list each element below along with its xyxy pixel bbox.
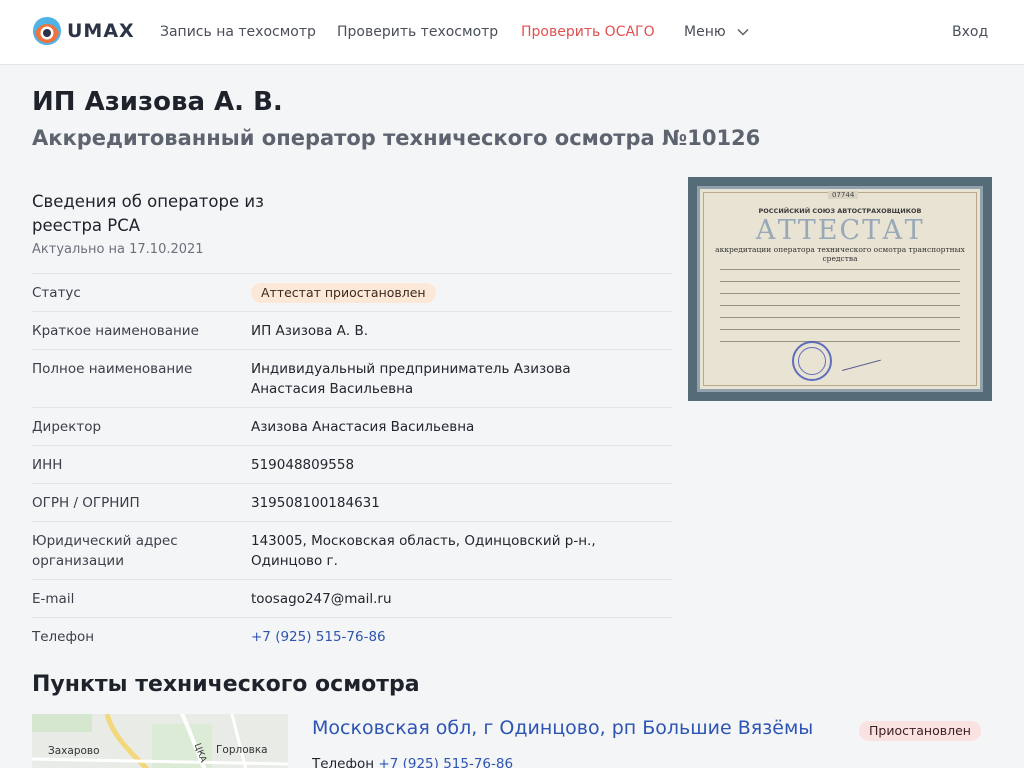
certificate-org: РОССИЙСКИЙ СОЮЗ АВТОСТРАХОВЩИКОВ <box>758 207 922 215</box>
row-label: Полное наименование <box>32 361 193 377</box>
row-address: Юридический адрес организации 143005, Мо… <box>32 521 672 579</box>
page-title: ИП Азизова А. В. <box>32 87 283 117</box>
map-roads <box>32 714 288 768</box>
row-label: E-mail <box>32 591 75 607</box>
point-phone-link[interactable]: +7 (925) 515-76-86 <box>378 756 513 768</box>
row-label: Статус <box>32 285 81 301</box>
login-link[interactable]: Вход <box>952 24 988 40</box>
nav-menu[interactable]: Меню <box>684 24 749 40</box>
row-value: 319508100184631 <box>251 495 380 511</box>
status-badge: Аттестат приостановлен <box>251 283 436 303</box>
certificate-image[interactable]: 07744 РОССИЙСКИЙ СОЮЗ АВТОСТРАХОВЩИКОВ А… <box>688 177 992 401</box>
point-address-link[interactable]: Московская обл, г Одинцово, рп Большие В… <box>312 717 813 739</box>
certificate-line <box>720 341 960 342</box>
point-phone: Телефон +7 (925) 515-76-86 <box>312 756 513 768</box>
certificate-line <box>720 293 960 294</box>
row-label: ИНН <box>32 457 63 473</box>
point-phone-label: Телефон <box>312 756 375 768</box>
nav-check-inspection[interactable]: Проверить техосмотр <box>337 24 498 40</box>
nav-booking[interactable]: Запись на техосмотр <box>160 24 316 40</box>
row-director: Директор Азизова Анастасия Васильевна <box>32 407 672 445</box>
registry-date: Актуально на 17.10.2021 <box>32 242 204 257</box>
logo-eye-icon <box>33 17 61 45</box>
row-label: Юридический адрес организации <box>32 533 178 569</box>
row-value: Индивидуальный предприниматель Азизова А… <box>251 361 571 397</box>
row-value: +7 (925) 515-76-86 <box>251 627 672 647</box>
site-header: UMAX Запись на техосмотр Проверить техос… <box>0 0 1024 65</box>
row-value: Азизова Анастасия Васильевна <box>251 419 475 435</box>
row-value: 143005, Московская область, Одинцовский … <box>251 533 596 569</box>
certificate-line <box>720 329 960 330</box>
row-full-name: Полное наименование Индивидуальный предп… <box>32 349 672 407</box>
brand-name: UMAX <box>67 20 135 42</box>
row-email: E-mail toosago247@mail.ru <box>32 579 672 617</box>
page-subtitle: Аккредитованный оператор технического ос… <box>32 126 761 150</box>
row-label: Краткое наименование <box>32 323 199 339</box>
certificate-paper: 07744 РОССИЙСКИЙ СОЮЗ АВТОСТРАХОВЩИКОВ А… <box>697 186 983 392</box>
row-short-name: Краткое наименование ИП Азизова А. В. <box>32 311 672 349</box>
signature-mark <box>839 349 881 371</box>
stamp-seal <box>792 341 832 381</box>
row-label: Телефон <box>32 629 95 645</box>
row-phone: Телефон +7 (925) 515-76-86 <box>32 617 672 655</box>
certificate-line <box>720 317 960 318</box>
certificate-subheading: аккредитации оператора технического осмо… <box>715 245 965 263</box>
map-thumbnail[interactable]: Захарово Горловка ЦКА <box>32 714 288 768</box>
points-title: Пункты технического осмотра <box>32 672 420 697</box>
map-label: Захарово <box>48 745 100 757</box>
map-label: Горловка <box>216 744 268 756</box>
nav-menu-label: Меню <box>684 24 726 40</box>
registry-table: Статус Аттестат приостановлен Краткое на… <box>32 273 672 655</box>
row-label: Директор <box>32 419 102 435</box>
row-inn: ИНН 519048809558 <box>32 445 672 483</box>
certificate-line <box>720 305 960 306</box>
logo[interactable]: UMAX <box>32 16 135 46</box>
row-value: 519048809558 <box>251 457 355 473</box>
certificate-line <box>720 281 960 282</box>
point-status-badge: Приостановлен <box>859 721 981 741</box>
row-status: Статус Аттестат приостановлен <box>32 273 672 311</box>
phone-link[interactable]: +7 (925) 515-76-86 <box>251 629 386 645</box>
row-label: ОГРН / ОГРНИП <box>32 495 140 511</box>
row-value: toosago247@mail.ru <box>251 591 392 607</box>
certificate-line <box>720 269 960 270</box>
certificate-number: 07744 <box>828 191 859 199</box>
certificate-heading: АТТЕСТАТ <box>755 215 925 246</box>
nav-check-osago[interactable]: Проверить ОСАГО <box>521 24 655 40</box>
registry-title: Сведения об операторе из реестра РСА <box>32 192 264 235</box>
row-value: Аттестат приостановлен <box>251 283 672 303</box>
row-ogrn: ОГРН / ОГРНИП 319508100184631 <box>32 483 672 521</box>
chevron-down-icon <box>737 28 749 36</box>
row-value: ИП Азизова А. В. <box>251 323 369 339</box>
